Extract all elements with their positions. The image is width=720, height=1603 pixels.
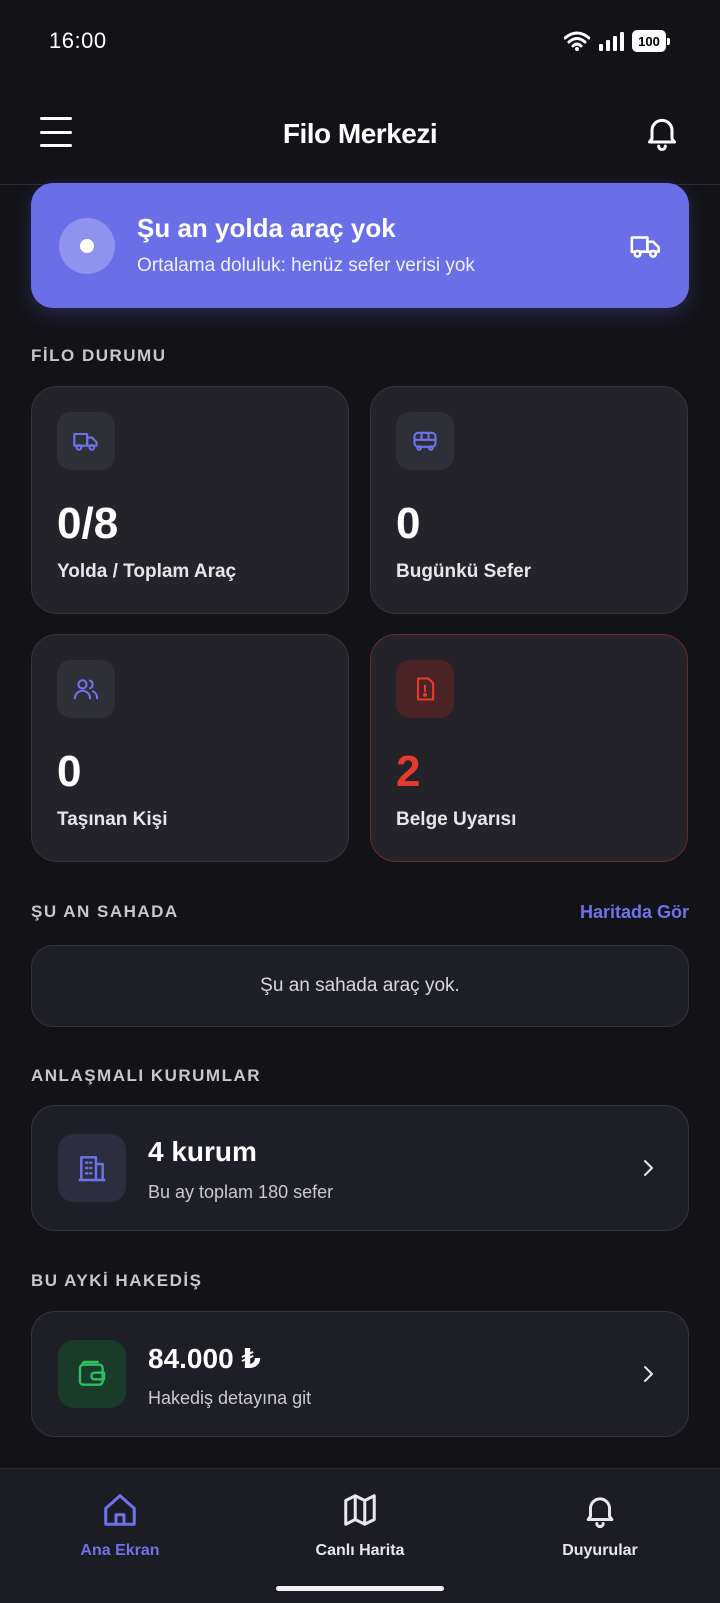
card-icon-box	[396, 412, 454, 470]
bell-icon	[586, 1497, 614, 1529]
earnings-subtitle: Hakediş detayına git	[148, 1388, 312, 1408]
card-label: Bugünkü Sefer	[396, 561, 532, 582]
users-icon	[73, 679, 99, 700]
row-icon-box	[58, 1134, 126, 1202]
card-value: 2	[396, 747, 421, 796]
nav-label: Canlı Harita	[315, 1542, 405, 1559]
battery-level: 100	[632, 30, 666, 52]
earnings-section-title: BU AYKİ HAKEDİŞ	[31, 1271, 203, 1290]
institutions-card[interactable]: 4 kurum Bu ay toplam 180 sefer	[31, 1105, 689, 1231]
truck-icon	[73, 432, 98, 451]
card-label: Taşınan Kişi	[57, 809, 168, 830]
status-dot-icon	[59, 218, 115, 274]
status-time: 16:00	[49, 28, 107, 53]
stat-card-trips[interactable]: 0 Bugünkü Sefer	[370, 386, 688, 614]
battery-icon: 100	[632, 30, 670, 52]
building-icon	[78, 1156, 106, 1182]
nav-item-announcements[interactable]: Duyurular	[500, 1491, 700, 1560]
nav-label: Duyurular	[562, 1542, 638, 1559]
map-icon	[344, 1494, 376, 1526]
page-title: Filo Merkezi	[282, 118, 438, 149]
home-indicator[interactable]	[276, 1586, 444, 1591]
stat-card-document-alerts[interactable]: 2 Belge Uyarısı	[370, 634, 688, 862]
card-value: 0	[57, 747, 82, 796]
card-icon-box	[396, 660, 454, 718]
field-section-title: ŞU AN SAHADA	[31, 902, 179, 921]
banner-subtitle: Ortalama doluluk: henüz sefer verisi yok	[137, 255, 475, 276]
card-value: 0/8	[57, 499, 119, 548]
status-icons: 100	[564, 30, 670, 52]
row-icon-box	[58, 1340, 126, 1408]
banner-title: Şu an yolda araç yok	[137, 213, 396, 243]
stat-card-passengers[interactable]: 0 Taşınan Kişi	[31, 634, 349, 862]
chevron-right-icon	[644, 1366, 653, 1382]
nav-item-live-map[interactable]: Canlı Harita	[260, 1491, 460, 1560]
earnings-amount: 84.000 ₺	[148, 1343, 261, 1374]
nav-item-home[interactable]: Ana Ekran	[20, 1491, 220, 1560]
bus-icon	[413, 431, 437, 451]
bell-icon	[648, 118, 676, 151]
card-icon-box	[57, 660, 115, 718]
earnings-card[interactable]: 84.000 ₺ Hakediş detayına git	[31, 1311, 689, 1437]
wallet-icon	[78, 1360, 106, 1386]
card-label: Yolda / Toplam Araç	[57, 561, 237, 582]
truck-icon	[630, 236, 661, 258]
field-empty-state: Şu an sahada araç yok.	[31, 945, 689, 1027]
app-header: Filo Merkezi	[0, 84, 720, 185]
home-icon	[104, 1494, 136, 1526]
fleet-section-title: FİLO DURUMU	[31, 346, 167, 365]
signal-icon	[599, 32, 624, 51]
institutions-section-title: ANLAŞMALI KURUMLAR	[31, 1066, 262, 1085]
status-bar: 16:00 100	[0, 0, 720, 84]
notifications-button[interactable]	[642, 112, 682, 152]
document-alert-icon	[416, 677, 435, 701]
fleet-status-banner[interactable]: Şu an yolda araç yok Ortalama doluluk: h…	[31, 183, 689, 308]
card-value: 0	[396, 499, 421, 548]
view-on-map-link[interactable]: Haritada Gör	[580, 902, 689, 923]
card-icon-box	[57, 412, 115, 470]
wifi-icon	[564, 31, 590, 51]
chevron-right-icon	[644, 1160, 653, 1176]
institutions-subtitle: Bu ay toplam 180 sefer	[148, 1182, 334, 1202]
institutions-count: 4 kurum	[148, 1136, 257, 1167]
stat-card-vehicles[interactable]: 0/8 Yolda / Toplam Araç	[31, 386, 349, 614]
card-label: Belge Uyarısı	[396, 809, 517, 830]
bottom-navigation: Ana Ekran Canlı Harita Duyurular	[0, 1468, 720, 1603]
nav-label: Ana Ekran	[80, 1542, 160, 1559]
